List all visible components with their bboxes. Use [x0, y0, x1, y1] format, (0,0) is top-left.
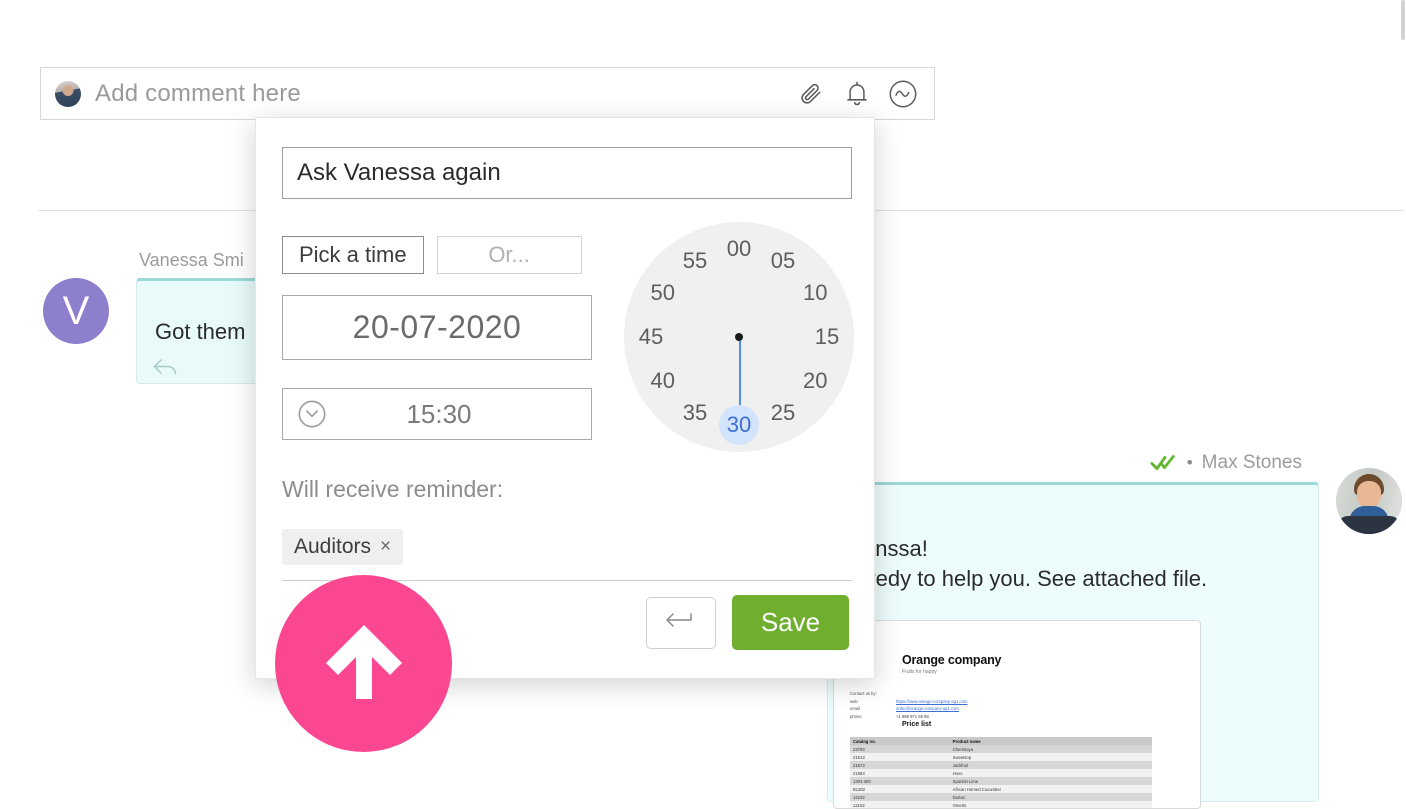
scroll-up-fab[interactable]	[275, 575, 452, 752]
pick-a-time-button[interactable]: Pick a time	[282, 236, 424, 274]
message-line-1: Vanssa!	[850, 536, 928, 561]
comment-author-avatar	[55, 80, 81, 107]
recipient-label: Auditors	[294, 535, 372, 558]
document-price-table: Catalog no. Product name 23793 Cherimoya 2…	[850, 737, 1152, 808]
time-mode-toggle: Pick a time Or...	[282, 236, 582, 274]
table-cell: 14102	[850, 793, 950, 802]
wave-circle-icon[interactable]	[888, 79, 918, 109]
table-row: 21513 Sweetsop	[850, 753, 1152, 762]
table-cell: African Horned Cucumber	[949, 785, 1152, 794]
document-page: Orange company Fruits for happy Contact …	[850, 653, 1200, 808]
table-cell: Sweetsop	[949, 753, 1152, 762]
table-cell: Hovo	[949, 769, 1152, 778]
table-body: 23793 Cherimoya 21513 Sweetsop 21573 Jackfrui…	[850, 745, 1152, 808]
page-scrollbar[interactable]	[1400, 0, 1406, 809]
table-row: B1302 African Horned Cucumber	[850, 785, 1152, 794]
back-button[interactable]	[646, 596, 716, 649]
table-cell: 21573	[850, 761, 950, 770]
message-text: Vanssa! n redy to help you. See attached…	[850, 534, 1207, 594]
clock-number[interactable]: 55	[683, 248, 707, 274]
attach-icon[interactable]	[796, 79, 826, 109]
recipient-chip[interactable]: Auditors ×	[282, 529, 404, 565]
back-arrow-icon	[664, 610, 698, 635]
table-cell: Jackfruit	[949, 761, 1152, 770]
table-cell: Omerlo	[949, 801, 1152, 808]
document-pricelist-heading: Price list	[902, 721, 932, 728]
double-check-icon	[1150, 454, 1178, 472]
clock-number[interactable]: 10	[803, 280, 827, 306]
bell-popover-pointer	[692, 30, 714, 41]
reminder-recipients-label: Will receive reminder:	[282, 476, 504, 502]
clock-hand	[739, 337, 741, 407]
table-header-cell: Product name	[949, 737, 1152, 746]
clock-number[interactable]: 40	[651, 368, 675, 394]
comment-actions	[796, 79, 918, 109]
table-cell: Durian	[949, 793, 1152, 802]
table-header-cell: Catalog no.	[850, 737, 950, 746]
time-field[interactable]: 15:30	[282, 388, 592, 440]
reply-icon[interactable]	[152, 357, 178, 382]
table-row: 12102 Omerlo	[850, 801, 1152, 808]
reminder-title-input[interactable]	[282, 147, 852, 199]
clock-number[interactable]: 30	[727, 412, 751, 438]
document-title: Orange company	[902, 653, 1002, 667]
or-button[interactable]: Or...	[436, 236, 582, 274]
clock-center-dot	[735, 333, 743, 341]
avatar	[1336, 468, 1402, 534]
contact-value[interactable]: https://www.orange-company-ag1.com	[896, 699, 967, 704]
table-cell: Cherimoya	[949, 745, 1152, 754]
table-row: 21573 Jackfruit	[850, 761, 1152, 770]
clock-number[interactable]: 45	[639, 324, 663, 350]
table-cell: 21513	[850, 753, 950, 762]
attached-file-preview[interactable]: Orange company Fruits for happy Contact …	[833, 620, 1201, 809]
contact-heading: Contact us by:	[850, 691, 877, 696]
avatar: V	[43, 278, 109, 344]
comment-input-bar[interactable]: Add comment here	[40, 67, 935, 120]
clock-number[interactable]: 20	[803, 368, 827, 394]
table-cell: B1302	[850, 785, 950, 794]
app-screen: Add comment here V Vanessa Smi Got them …	[0, 0, 1406, 809]
table-row: 14102 Durian	[850, 793, 1152, 802]
clock-number[interactable]: 50	[651, 280, 675, 306]
meta-separator: •	[1186, 453, 1193, 472]
message-author: Vanessa Smi	[139, 250, 244, 270]
document-contact-block: Contact us by: web https://www.orange-com…	[850, 691, 1160, 721]
contact-key: web	[850, 698, 858, 704]
table-cell: 12102	[850, 801, 950, 808]
contact-key: phone	[850, 713, 862, 719]
clock-chevron-icon	[297, 399, 327, 429]
message-line-2: n redy to help you. See attached file.	[850, 566, 1208, 591]
contact-value: +1 888 971 56 98	[896, 713, 929, 719]
clock-number[interactable]: 15	[815, 324, 839, 350]
clock-number[interactable]: 35	[683, 400, 707, 426]
table-cell: Spanish Lime	[949, 777, 1152, 786]
bell-icon[interactable]	[842, 79, 872, 109]
contact-key: email	[850, 706, 861, 711]
clock-number[interactable]: 25	[771, 400, 795, 426]
close-icon[interactable]: ×	[380, 536, 391, 558]
message-author: Max Stones	[1201, 452, 1302, 473]
arrow-up-icon	[316, 613, 412, 714]
reminder-recipients: Auditors ×	[282, 529, 852, 581]
table-row: 21583 Hovo	[850, 769, 1152, 778]
table-cell: 21583	[850, 769, 950, 778]
contact-value[interactable]: order@orange-company-ag1.com	[896, 706, 959, 711]
table-cell: 1303-300	[850, 777, 950, 786]
save-button[interactable]: Save	[732, 595, 849, 650]
table-cell: 23793	[850, 745, 950, 754]
clock-number[interactable]: 00	[727, 236, 751, 262]
comment-input[interactable]: Add comment here	[95, 80, 796, 108]
document-subtitle: Fruits for happy	[902, 669, 937, 675]
table-row: 1303-300 Spanish Lime	[850, 777, 1152, 786]
clock-number[interactable]: 05	[771, 248, 795, 274]
message-meta: • Max Stones	[1150, 452, 1302, 474]
minute-clock-picker[interactable]: 00 05 10 15 20 25 30 35 40 45 50 55	[624, 222, 854, 452]
time-value: 15:30	[406, 398, 472, 429]
table-row: 23793 Cherimoya	[850, 745, 1152, 754]
scrollbar-thumb[interactable]	[1401, 0, 1405, 40]
dialog-actions: Save	[646, 595, 849, 650]
message-text: Got them	[155, 319, 246, 344]
date-field[interactable]: 20-07-2020	[282, 295, 592, 360]
